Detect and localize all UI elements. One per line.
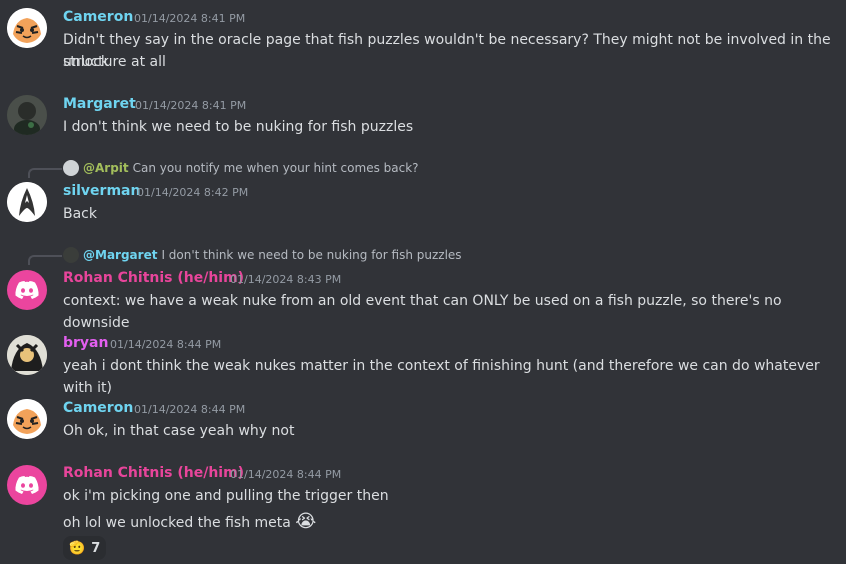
author-name[interactable]: Cameron	[63, 9, 133, 25]
avatar[interactable]	[7, 465, 47, 505]
discord-logo-icon	[15, 281, 39, 299]
reply-avatar	[63, 160, 79, 176]
avatar[interactable]	[7, 95, 47, 135]
reply-mention[interactable]: @Margaret	[83, 248, 157, 262]
avatar[interactable]	[7, 335, 47, 375]
message-line: Back	[63, 206, 97, 222]
timestamp: 01/14/2024 8:44 PM	[110, 338, 222, 351]
message-line: I don't think we need to be nuking for f…	[63, 119, 414, 135]
author-name[interactable]: Cameron	[63, 400, 133, 416]
timestamp: 01/14/2024 8:44 PM	[134, 403, 246, 416]
message-line: yeah i dont think the weak nukes matter …	[63, 358, 820, 396]
timestamp: 01/14/2024 8:41 PM	[134, 12, 246, 25]
author-name[interactable]: silverman	[63, 183, 140, 199]
timestamp: 01/14/2024 8:42 PM	[137, 186, 249, 199]
starfleet-avatar-icon	[7, 182, 47, 222]
reply-text: I don't think we need to be nuking for f…	[161, 248, 462, 262]
author-name[interactable]: Rohan Chitnis (he/him)	[63, 270, 244, 286]
avatar[interactable]	[7, 399, 47, 439]
author-name[interactable]: Margaret	[63, 96, 136, 112]
avatar[interactable]	[7, 270, 47, 310]
reply-spine	[28, 168, 62, 178]
timestamp: 01/14/2024 8:44 PM	[230, 468, 342, 481]
tiger-avatar-icon	[7, 399, 47, 439]
message-line: Oh ok, in that case yeah why not	[63, 423, 295, 439]
reply-avatar	[63, 247, 79, 263]
crying-emoji-icon: 😭	[295, 511, 317, 532]
message-line-with-emoji: oh lol we unlocked the fish meta 😭	[63, 511, 316, 534]
discord-logo-icon	[15, 476, 39, 494]
message-line: ok i'm picking one and pulling the trigg…	[63, 488, 389, 504]
message-line: structure at all	[63, 54, 166, 70]
reaction-pill[interactable]: 🫡 7	[63, 536, 107, 560]
avatar[interactable]	[7, 8, 47, 48]
message-line: oh lol we unlocked the fish meta	[63, 515, 291, 531]
timestamp: 01/14/2024 8:43 PM	[230, 273, 342, 286]
reply-text: Can you notify me when your hint comes b…	[132, 161, 419, 175]
character-avatar-icon	[7, 335, 47, 375]
author-name[interactable]: Rohan Chitnis (he/him)	[63, 465, 244, 481]
timestamp: 01/14/2024 8:41 PM	[135, 99, 247, 112]
tiger-avatar-icon	[7, 8, 47, 48]
reaction-count: 7	[91, 540, 101, 556]
salute-emoji-icon: 🫡	[69, 540, 86, 556]
reply-spine	[28, 255, 62, 265]
message-line: Didn't they say in the oracle page that …	[63, 32, 831, 70]
photo-avatar-icon	[7, 95, 47, 135]
reply-mention[interactable]: @Arpit	[83, 161, 129, 175]
reply-preview[interactable]: @Margaret I don't think we need to be nu…	[63, 247, 462, 263]
author-name[interactable]: bryan	[63, 335, 108, 351]
avatar[interactable]	[7, 182, 47, 222]
reply-preview[interactable]: @Arpit Can you notify me when your hint …	[63, 160, 419, 176]
message-line: context: we have a weak nuke from an old…	[63, 293, 782, 331]
